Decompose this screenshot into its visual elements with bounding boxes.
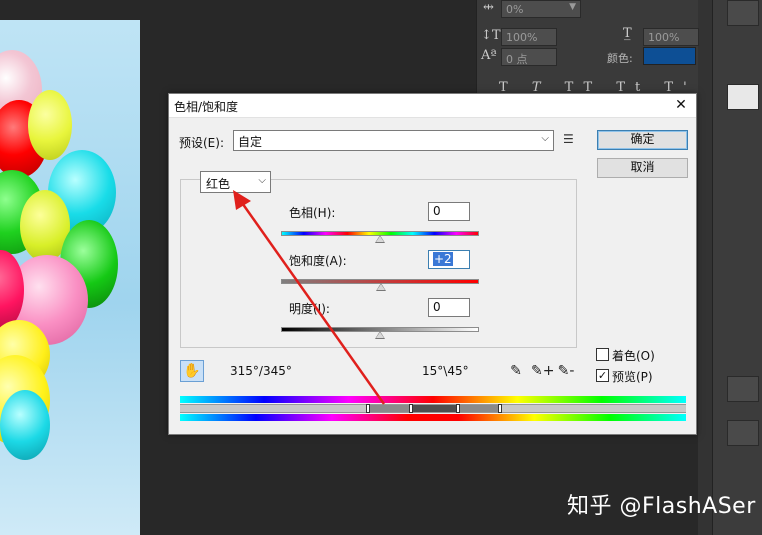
eyedropper-add-button[interactable]: ✎+: [531, 362, 554, 380]
saturation-label: 饱和度(A):: [289, 254, 347, 268]
eyedropper-minus-icon: ✎-: [557, 363, 575, 379]
balloon: [0, 390, 50, 460]
vertical-scale-value: 100%: [506, 31, 538, 44]
baseline-shift-value: 0 点: [506, 53, 528, 66]
preset-select[interactable]: 自定 ⌵: [233, 130, 554, 151]
tracking-field[interactable]: 0% ▼: [501, 0, 581, 18]
dialog-titlebar[interactable]: 色相/饱和度 ✕: [169, 94, 696, 118]
colorize-checkbox[interactable]: [596, 348, 609, 361]
output-color-bar: [180, 414, 686, 421]
range-core[interactable]: [410, 405, 458, 412]
preview-label: 预览(P): [612, 370, 653, 384]
saturation-field[interactable]: +2: [428, 250, 470, 269]
lightness-value: 0: [433, 300, 441, 314]
eyedropper-plus-icon: ✎+: [531, 363, 555, 379]
tracking-icon: ⇹: [483, 0, 494, 15]
color-label: 颜色:: [607, 52, 633, 65]
preset-label: 预设(E):: [179, 136, 224, 150]
baseline-shift-icon: Aª: [481, 48, 497, 63]
range-handle-outer-left[interactable]: [366, 404, 370, 413]
side-toolbar: [712, 0, 762, 535]
preset-options-icon[interactable]: ☰: [563, 131, 579, 147]
range-handle-inner-left[interactable]: [409, 404, 413, 413]
preview-checkbox[interactable]: ✓: [596, 369, 609, 382]
close-button[interactable]: ✕: [672, 96, 690, 114]
canvas-image-balloons: [0, 20, 140, 535]
eyedropper-icon: ✎: [510, 363, 522, 379]
eyedropper-subtract-button[interactable]: ✎-: [557, 362, 575, 380]
baseline-shift-field[interactable]: 0 点: [501, 48, 557, 66]
vertical-scale-field[interactable]: 100%: [501, 28, 557, 46]
hue-field[interactable]: 0: [428, 202, 470, 221]
hue-label: 色相(H):: [289, 206, 336, 220]
hue-value: 0: [433, 204, 441, 218]
range-handle-inner-right[interactable]: [456, 404, 460, 413]
preset-value: 自定: [238, 135, 263, 149]
saturation-slider-thumb[interactable]: [376, 283, 386, 291]
chevron-down-icon: ⌵: [258, 175, 266, 186]
color-swatch[interactable]: [643, 47, 696, 65]
horizontal-scale-icon: T̲: [623, 26, 632, 41]
cancel-button[interactable]: 取消: [597, 158, 688, 178]
hue-slider-thumb[interactable]: [375, 235, 385, 243]
range-handle-outer-right[interactable]: [498, 404, 502, 413]
panel-icon-button[interactable]: [727, 376, 759, 402]
hand-icon: ✋: [183, 363, 201, 379]
vertical-scale-icon: ↕T: [481, 28, 501, 43]
tracking-value: 0%: [506, 3, 524, 16]
adjustment-group: [180, 179, 577, 348]
lightness-label: 明度(I):: [289, 302, 330, 316]
eyedropper-button[interactable]: ✎: [507, 362, 525, 380]
watermark: 知乎 @FlashASer: [567, 494, 756, 519]
hue-saturation-dialog: 色相/饱和度 ✕ 预设(E): 自定 ⌵ ☰ 确定 取消 红色 ⌵ 色相(H):…: [168, 93, 697, 435]
panel-icon-button[interactable]: [727, 420, 759, 446]
dialog-title: 色相/饱和度: [174, 100, 239, 114]
range-left-readout: 315°/345°: [230, 364, 292, 378]
saturation-value: +2: [433, 252, 453, 266]
lightness-field[interactable]: 0: [428, 298, 470, 317]
input-color-bar: [180, 396, 686, 403]
chevron-down-icon: ▼: [569, 2, 576, 12]
channel-select[interactable]: 红色 ⌵: [200, 171, 271, 193]
range-right-readout: 15°\45°: [422, 364, 469, 378]
hand-adjust-tool[interactable]: ✋: [180, 360, 204, 382]
channel-value: 红色: [206, 177, 231, 191]
chevron-down-icon: ⌵: [541, 133, 549, 144]
panel-icon-button[interactable]: [727, 0, 759, 26]
lightness-slider-thumb[interactable]: [375, 331, 385, 339]
balloon: [28, 90, 72, 160]
panel-icon-button[interactable]: [727, 84, 759, 110]
checkmark-icon: ✓: [597, 369, 608, 382]
horizontal-scale-value: 100%: [648, 31, 680, 44]
close-icon: ✕: [675, 97, 687, 113]
horizontal-scale-field[interactable]: 100%: [643, 28, 699, 46]
ok-button[interactable]: 确定: [597, 130, 688, 150]
colorize-label: 着色(O): [612, 349, 655, 363]
